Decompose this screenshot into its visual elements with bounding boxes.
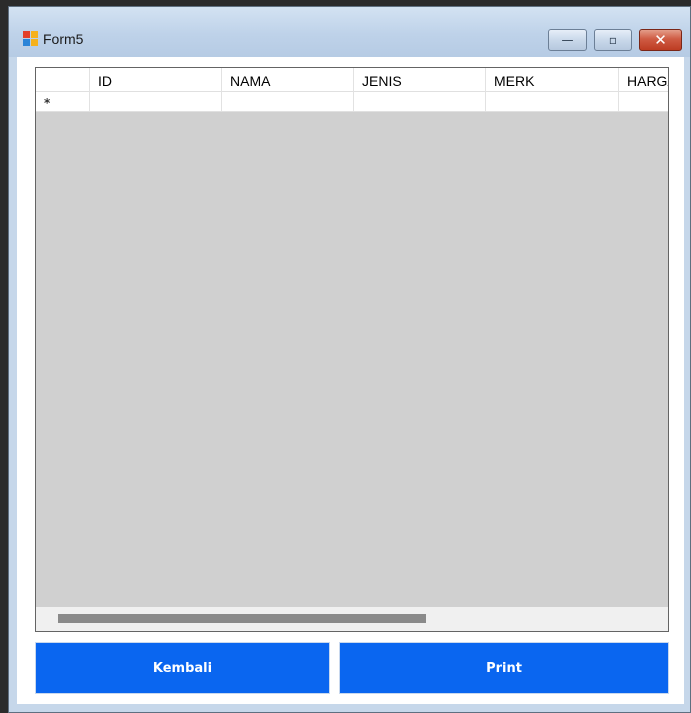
maximize-icon: ▫	[608, 33, 618, 47]
form-client-area: ID NAMA JENIS MERK HARGA * Kembali	[17, 57, 684, 704]
window-title: Form5	[43, 31, 84, 47]
minimize-button[interactable]: —	[548, 29, 587, 51]
grid-header-row: ID NAMA JENIS MERK HARGA	[36, 68, 668, 92]
maximize-button[interactable]: ▫	[594, 29, 632, 51]
app-window: Form5 — ▫ ✕ ID NAMA JENIS MERK HARGA *	[8, 6, 691, 713]
print-button[interactable]: Print	[339, 642, 669, 694]
column-header-id[interactable]: ID	[90, 68, 222, 92]
cell-id[interactable]	[90, 92, 222, 111]
column-header-nama[interactable]: NAMA	[222, 68, 354, 92]
windows-form-icon[interactable]	[23, 31, 39, 47]
minimize-icon: —	[561, 33, 574, 47]
title-bar[interactable]: Form5 — ▫ ✕	[9, 7, 690, 57]
row-header-corner[interactable]	[36, 68, 90, 92]
column-header-merk[interactable]: MERK	[486, 68, 619, 92]
table-row[interactable]: *	[36, 92, 668, 112]
close-icon: ✕	[654, 31, 667, 49]
column-header-harga[interactable]: HARGA	[619, 68, 668, 92]
cell-harga[interactable]	[619, 92, 668, 111]
cell-merk[interactable]	[486, 92, 619, 111]
scrollbar-thumb[interactable]	[58, 614, 426, 623]
horizontal-scrollbar[interactable]	[36, 607, 668, 631]
cell-nama[interactable]	[222, 92, 354, 111]
row-header[interactable]: *	[36, 92, 90, 111]
new-row-marker: *	[44, 96, 51, 110]
column-header-jenis[interactable]: JENIS	[354, 68, 486, 92]
close-button[interactable]: ✕	[639, 29, 682, 51]
data-grid-view[interactable]: ID NAMA JENIS MERK HARGA *	[35, 67, 669, 632]
kembali-button[interactable]: Kembali	[35, 642, 330, 694]
cell-jenis[interactable]	[354, 92, 486, 111]
